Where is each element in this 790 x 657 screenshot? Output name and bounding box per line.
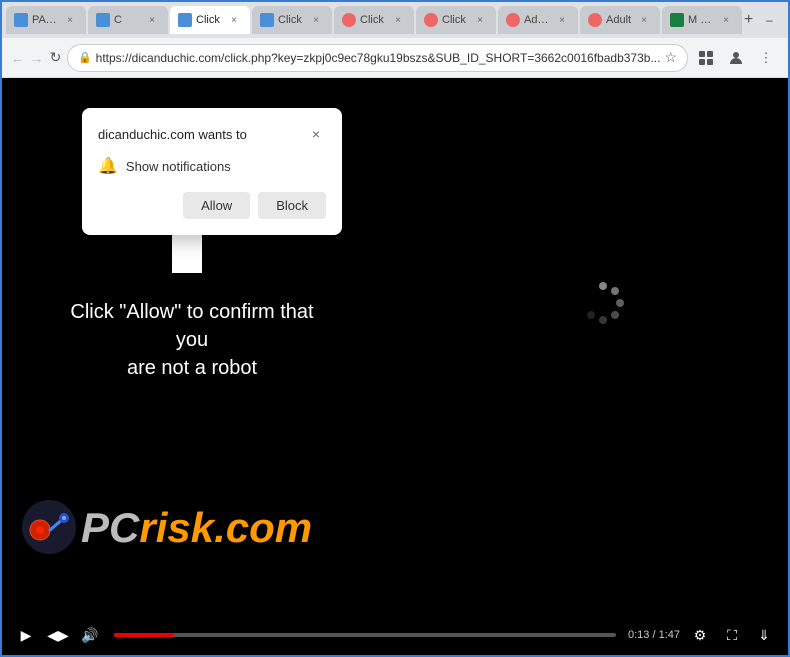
new-tab-button[interactable]: + — [744, 8, 753, 32]
tab-adult2[interactable]: Adult × — [580, 6, 660, 34]
tab-label-c: C — [114, 14, 140, 26]
logo-dotcom: .com — [214, 504, 312, 551]
video-controls: ▶ ◀▶ 🔊 0:13 / 1:47 ⚙ ⛶ ⇓ — [2, 615, 788, 655]
logo-text: PCrisk.com — [81, 504, 312, 552]
navigation-bar: ← → ↻ 🔒 https://dicanduchic.com/click.ph… — [2, 38, 788, 78]
tab-favicon-click4 — [260, 13, 274, 27]
menu-button[interactable]: ⋮ — [752, 44, 780, 72]
next-button[interactable]: ◀▶ — [46, 623, 70, 647]
settings-button[interactable]: ⚙ — [688, 623, 712, 647]
volume-button[interactable]: 🔊 — [78, 623, 102, 647]
back-button[interactable]: ← — [10, 44, 25, 72]
popup-title: dicanduchic.com wants to — [98, 127, 247, 142]
caption-line2: are not a robot — [127, 357, 257, 379]
popup-notification-row: 🔔 Show notifications — [98, 156, 326, 176]
tab-label-click-active: Click — [196, 14, 222, 26]
logo-risk: risk — [139, 504, 214, 551]
tab-click-4[interactable]: Click × — [252, 6, 332, 34]
tab-click-5[interactable]: Click × — [334, 6, 414, 34]
tab-label-click4: Click — [278, 14, 304, 26]
reload-button[interactable]: ↻ — [48, 44, 63, 72]
tab-favicon-c — [96, 13, 110, 27]
profile-button[interactable] — [722, 44, 750, 72]
allow-button[interactable]: Allow — [183, 192, 250, 219]
video-area: dicanduchic.com wants to × 🔔 Show notifi… — [2, 78, 788, 615]
popup-buttons: Allow Block — [98, 192, 326, 219]
logo-icon — [22, 500, 77, 555]
tab-click-active[interactable]: Click × — [170, 6, 250, 34]
bell-icon: 🔔 — [98, 156, 118, 176]
spinner-svg — [578, 278, 628, 328]
video-progress-bar[interactable] — [114, 633, 616, 637]
tab-label-adult2: Adult — [606, 14, 632, 26]
tab-close-adult2[interactable]: × — [636, 12, 652, 28]
video-progress-fill — [114, 633, 174, 637]
tab-favicon-adult1 — [506, 13, 520, 27]
tab-label-adult1: Adult... — [524, 14, 550, 26]
tab-label-home: M Home... — [688, 14, 714, 26]
tab-close-click5[interactable]: × — [390, 12, 406, 28]
tab-close-click4[interactable]: × — [308, 12, 324, 28]
popup-close-button[interactable]: × — [306, 124, 326, 144]
bookmark-star-icon[interactable]: ☆ — [664, 49, 677, 66]
window-controls: – □ ✕ — [755, 8, 790, 32]
tab-paw[interactable]: PAW N... × — [6, 6, 86, 34]
minimize-button[interactable]: – — [755, 8, 783, 32]
tab-favicon-click5 — [342, 13, 356, 27]
logo-area: PCrisk.com — [22, 500, 312, 555]
tab-label-click6: Click — [442, 14, 468, 26]
block-button[interactable]: Block — [258, 192, 326, 219]
video-time-current: 0:13 — [628, 629, 649, 641]
popup-header: dicanduchic.com wants to × — [98, 124, 326, 144]
tab-favicon-click6 — [424, 13, 438, 27]
tab-favicon-home — [670, 13, 684, 27]
logo-pc: PC — [81, 504, 139, 551]
download-button[interactable]: ⇓ — [752, 623, 776, 647]
popup-notification-text: Show notifications — [126, 159, 231, 174]
tab-label-paw: PAW N... — [32, 14, 58, 26]
address-bar[interactable]: 🔒 https://dicanduchic.com/click.php?key=… — [67, 44, 688, 72]
browser-window: PAW N... × C × Click × Click × Click × C… — [0, 0, 790, 657]
caption-text: Click "Allow" to confirm that you are no… — [52, 298, 332, 382]
tab-close-home[interactable]: × — [718, 12, 734, 28]
address-lock-icon: 🔒 — [78, 51, 92, 64]
tab-close-paw[interactable]: × — [62, 12, 78, 28]
video-controls-right: ⚙ ⛶ ⇓ — [688, 623, 776, 647]
tab-favicon-paw — [14, 13, 28, 27]
tab-favicon-adult2 — [588, 13, 602, 27]
fullscreen-button[interactable]: ⛶ — [720, 623, 744, 647]
tab-close-c[interactable]: × — [144, 12, 160, 28]
extensions-button[interactable] — [692, 44, 720, 72]
address-text: https://dicanduchic.com/click.php?key=zk… — [96, 51, 661, 65]
title-bar: PAW N... × C × Click × Click × Click × C… — [2, 2, 788, 38]
page-content: dicanduchic.com wants to × 🔔 Show notifi… — [2, 78, 788, 655]
nav-right-buttons: ⋮ — [692, 44, 780, 72]
tab-close-click6[interactable]: × — [472, 12, 488, 28]
tab-close-click-active[interactable]: × — [226, 12, 242, 28]
caption-line1: Click "Allow" to confirm that you — [70, 301, 313, 351]
tab-close-adult1[interactable]: × — [554, 12, 570, 28]
play-button[interactable]: ▶ — [14, 623, 38, 647]
tab-c[interactable]: C × — [88, 6, 168, 34]
tab-click-6[interactable]: Click × — [416, 6, 496, 34]
video-time: 0:13 / 1:47 — [628, 629, 680, 641]
loading-spinner — [578, 278, 628, 328]
notification-popup: dicanduchic.com wants to × 🔔 Show notifi… — [82, 108, 342, 235]
forward-button[interactable]: → — [29, 44, 44, 72]
tab-favicon-click-active — [178, 13, 192, 27]
tab-home[interactable]: M Home... × — [662, 6, 742, 34]
tab-label-click5: Click — [360, 14, 386, 26]
tab-adult1[interactable]: Adult... × — [498, 6, 578, 34]
video-time-total: 1:47 — [659, 629, 680, 641]
